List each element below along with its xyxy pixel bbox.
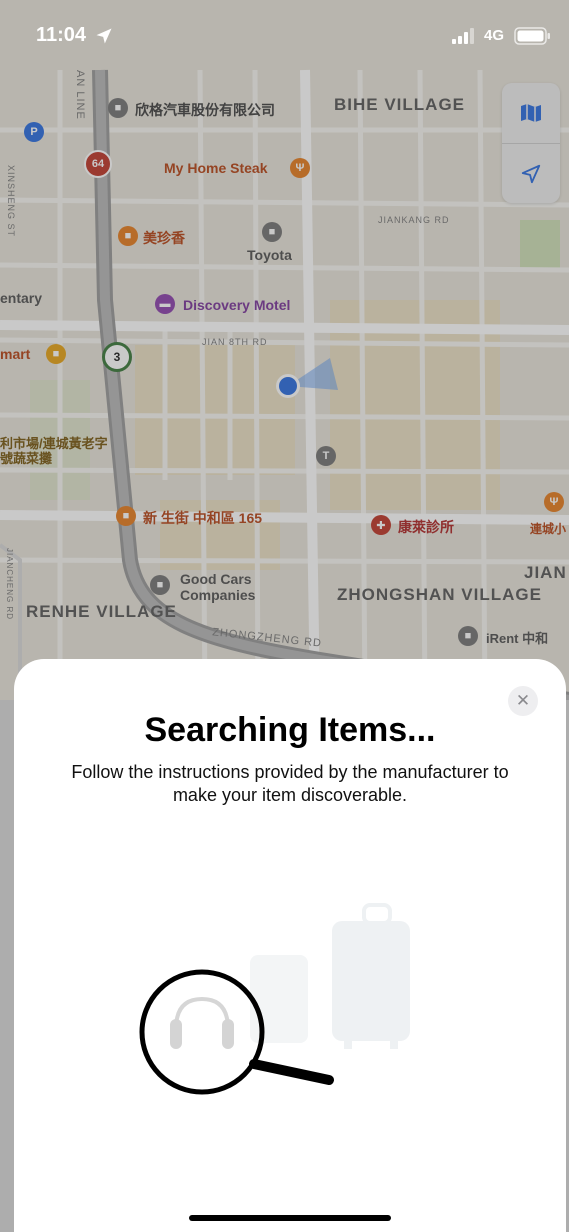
suitcase-icon bbox=[332, 903, 410, 1049]
signal-icon bbox=[452, 28, 474, 44]
search-items-sheet: ✕ Searching Items... Follow the instruct… bbox=[14, 659, 566, 1232]
battery-icon bbox=[514, 27, 550, 45]
sheet-title: Searching Items... bbox=[144, 711, 436, 749]
search-illustration bbox=[139, 903, 410, 1095]
status-bar: 11:04 4G bbox=[0, 0, 569, 70]
small-suitcase-icon bbox=[250, 955, 308, 1043]
sheet-description: Follow the instructions provided by the … bbox=[71, 762, 509, 805]
headphones-icon bbox=[170, 996, 234, 1049]
close-icon: ✕ bbox=[515, 691, 531, 710]
status-time: 11:04 bbox=[36, 24, 87, 46]
network-type: 4G bbox=[484, 27, 505, 44]
home-indicator[interactable] bbox=[189, 1215, 391, 1221]
location-arrow-icon bbox=[96, 28, 112, 44]
screen: BIHE VILLAGE ZHONGSHAN VILLAGE RENHE VIL… bbox=[0, 0, 569, 1232]
